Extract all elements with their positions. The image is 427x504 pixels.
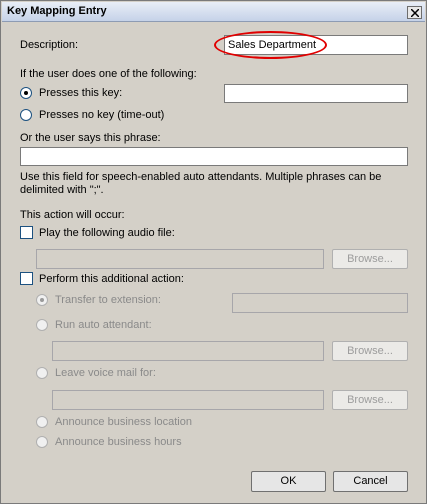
voicemail-input[interactable] (52, 390, 324, 410)
cancel-button[interactable]: Cancel (333, 471, 408, 492)
auto-attendant-input[interactable] (52, 341, 324, 361)
announce-location-label: Announce business location (55, 416, 192, 428)
title-bar: Key Mapping Entry (2, 2, 425, 22)
announce-hours-label: Announce business hours (55, 436, 182, 448)
transfer-radio[interactable] (36, 294, 48, 306)
additional-action-checkbox[interactable] (20, 272, 33, 285)
description-value: Sales Department (228, 39, 317, 51)
play-audio-label: Play the following audio file: (39, 227, 175, 239)
ok-button[interactable]: OK (251, 471, 326, 492)
key-input[interactable] (224, 84, 408, 103)
run-auto-attendant-label: Run auto attendant: (55, 319, 152, 331)
announce-location-radio[interactable] (36, 416, 48, 428)
description-label: Description: (20, 39, 79, 51)
close-icon (411, 9, 419, 17)
browse-voicemail-button[interactable]: Browse... (332, 390, 408, 410)
presses-key-radio[interactable] (20, 87, 32, 99)
transfer-extension-input[interactable] (232, 293, 408, 313)
phrase-hint-line1: Use this field for speech-enabled auto a… (20, 171, 382, 183)
leave-voicemail-label: Leave voice mail for: (55, 367, 156, 379)
phrase-heading: Or the user says this phrase: (20, 132, 161, 144)
key-mapping-dialog: Key Mapping Entry Description: Sales Dep… (0, 0, 427, 504)
presses-no-key-radio[interactable] (20, 109, 32, 121)
window-title: Key Mapping Entry (7, 5, 107, 17)
presses-no-key-label: Presses no key (time-out) (39, 109, 165, 121)
action-heading: This action will occur: (20, 209, 125, 221)
description-input[interactable]: Sales Department (224, 35, 408, 55)
browse-auto-attendant-button[interactable]: Browse... (332, 341, 408, 361)
transfer-label: Transfer to extension: (55, 294, 161, 306)
additional-action-label: Perform this additional action: (39, 273, 184, 285)
browse-audio-button[interactable]: Browse... (332, 249, 408, 269)
presses-key-label: Presses this key: (39, 87, 123, 99)
announce-hours-radio[interactable] (36, 436, 48, 448)
play-audio-checkbox[interactable] (20, 226, 33, 239)
trigger-heading: If the user does one of the following: (20, 68, 197, 80)
run-auto-attendant-radio[interactable] (36, 319, 48, 331)
audio-file-input[interactable] (36, 249, 324, 269)
phrase-hint-line2: delimited with ";". (20, 184, 104, 196)
leave-voicemail-radio[interactable] (36, 367, 48, 379)
close-button[interactable] (407, 6, 422, 19)
phrase-input[interactable] (20, 147, 408, 166)
